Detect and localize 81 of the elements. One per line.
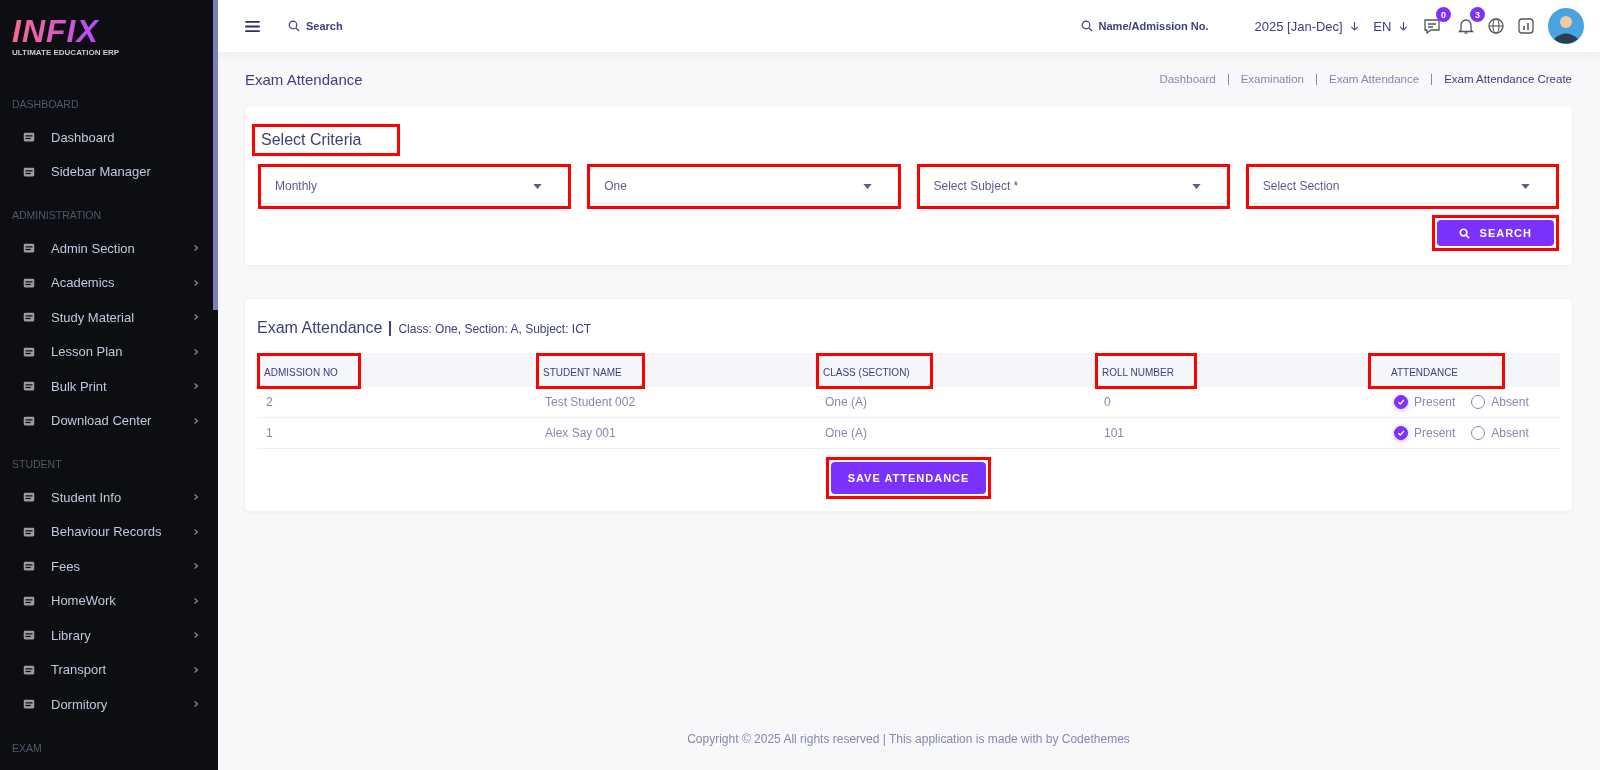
radio-option[interactable]: Present [1394,395,1456,409]
search-button[interactable]: SEARCH [1436,220,1554,246]
sidebar-item[interactable]: Behaviour Records [0,514,218,549]
sidebar-item[interactable]: HomeWork [0,583,218,618]
sidebar-item[interactable]: Bulk Print [0,369,218,404]
chevron-right-icon [192,347,200,356]
radio-button[interactable] [1394,426,1408,440]
search-icon[interactable] [288,20,300,32]
chevron-right-icon [192,527,200,536]
chevron-right-icon [192,562,200,571]
select-dropdown[interactable]: One [592,169,896,204]
section-title: STUDENT [11,457,63,472]
section-title: ADMINISTRATION [11,208,103,223]
sidebar-item[interactable]: Transport [0,652,218,687]
sidebar-item[interactable]: Library [0,618,218,653]
session-dropdown[interactable]: 2025 [Jan-Dec] [1254,18,1360,34]
radio-option[interactable]: Absent [1471,395,1529,409]
save-attendance-button[interactable]: SAVE ATTENDANCE [830,462,987,494]
chevron-right-icon [192,631,200,640]
chevron-right-icon [192,313,200,322]
chevron-right-icon [192,382,200,391]
column-header: ROLL NUMBER [1102,367,1174,378]
sidebar-item[interactable]: Lesson Plan [0,334,218,369]
column-header: ATTENDANCE [1391,367,1459,378]
breadcrumb-link[interactable]: Exam Attendance Create [1444,73,1572,85]
caret-icon [533,183,543,189]
page-title: Exam Attendance [245,70,363,88]
globe-icon[interactable] [1486,16,1506,36]
section-title: Select Criteria [261,131,362,149]
caret-icon [862,183,872,189]
chevron-right-icon [192,416,200,425]
radio-option[interactable]: Present [1394,426,1456,440]
column-header: STUDENT NAME [543,367,622,378]
chevron-right-icon [192,596,200,605]
chevron-right-icon [192,493,200,502]
select-dropdown[interactable]: Monthly [263,169,567,204]
sidebar-item[interactable]: Fees [0,549,218,584]
chevron-right-icon [192,244,200,253]
message-count-badge: 0 [1436,7,1451,22]
section-subtitle: Class: One, Section: A, Subject: ICT [398,322,592,336]
caret-icon [1521,183,1530,189]
table-cell-text: One (A) [824,426,868,440]
chart-icon[interactable] [1516,16,1536,36]
section-title: EXAM [11,740,43,756]
column-header: CLASS (SECTION) [823,367,910,378]
arrow-down-icon [1399,20,1408,32]
footer-text: Copyright © 2025 All rights reserved | This application is made with by Codethemes [686,732,1131,748]
search-icon[interactable] [1080,20,1093,32]
select-dropdown[interactable]: Select Section [1250,169,1554,204]
language-dropdown[interactable]: EN [1373,18,1408,34]
table-cell-text: 1 [265,426,274,440]
table-cell-text: One (A) [824,395,868,409]
student-search-field[interactable]: Name/Admission No. [1098,20,1211,32]
sidebar-item[interactable]: Study Material [0,300,218,335]
check-icon [1396,428,1406,438]
chevron-right-icon [192,700,200,709]
select-dropdown[interactable]: Select Subject * [921,169,1225,204]
table-cell-text: 0 [1103,395,1112,409]
arrow-down-icon [1350,20,1360,32]
chevron-right-icon [192,665,200,674]
check-icon [1396,397,1406,407]
table-cell-text: 2 [265,395,274,409]
bell-icon[interactable] [1456,16,1476,36]
chat-icon[interactable] [1422,16,1442,36]
table-cell-text: Alex Say 001 [544,426,617,440]
sidebar-item[interactable]: Dormitory [0,687,218,722]
table-cell-text: 101 [1103,426,1126,440]
avatar-silhouette[interactable] [1548,8,1584,44]
column-header: ADMISSION NO [264,367,338,378]
section-title: Exam Attendance [257,319,383,337]
radio-option[interactable]: Absent [1471,426,1529,440]
sidebar-item[interactable]: Download Center [0,403,218,438]
section-title: DASHBOARD [11,97,80,112]
table-cell-text: Test Student 002 [544,395,637,409]
radio-button[interactable] [1394,395,1408,409]
logo-tagline: ULTIMATE EDUCATION ERP [12,48,121,57]
chevron-right-icon [192,278,200,287]
notification-count-badge: 3 [1470,7,1485,22]
sidebar-item[interactable]: Student Info [0,480,218,515]
search-icon [1458,227,1470,239]
caret-icon [1191,183,1201,189]
